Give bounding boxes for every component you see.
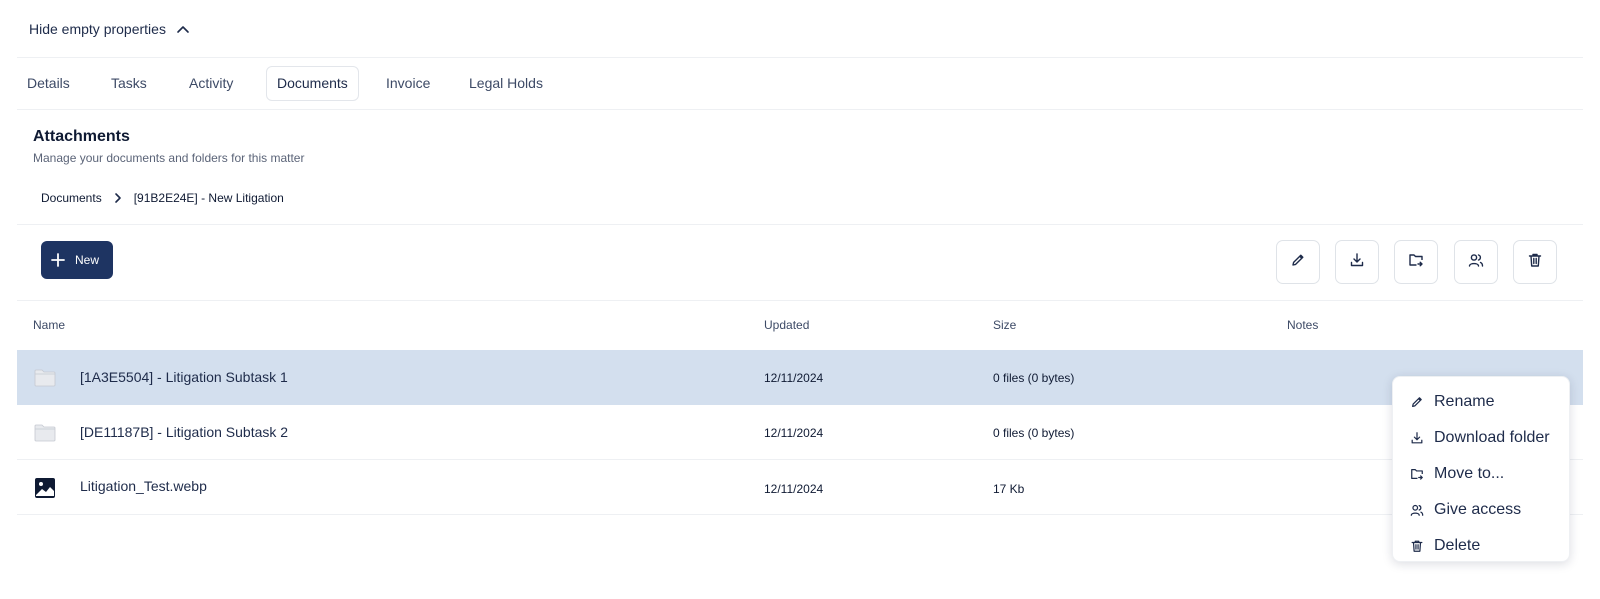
tab-invoice[interactable]: Invoice (376, 66, 440, 101)
menu-item-label: Give access (1434, 501, 1522, 518)
download-icon (1410, 431, 1426, 445)
menu-item-rename[interactable]: Rename (1393, 385, 1571, 419)
new-button[interactable]: New (41, 241, 113, 279)
row-name[interactable]: [1A3E5504] - Litigation Subtask 1 (80, 369, 288, 385)
users-icon (1468, 252, 1484, 273)
row-name[interactable]: [DE11187B] - Litigation Subtask 2 (80, 424, 288, 440)
breadcrumb-root[interactable]: Documents (41, 191, 102, 205)
table-row[interactable]: [DE11187B] - Litigation Subtask 2 12/11/… (17, 405, 1583, 460)
tab-tasks[interactable]: Tasks (101, 66, 157, 101)
table-row[interactable]: Litigation_Test.webp 12/11/2024 17 Kb (17, 460, 1583, 515)
section-subtitle: Manage your documents and folders for th… (33, 151, 305, 165)
tab-activity[interactable]: Activity (179, 66, 243, 101)
image-file-icon (34, 477, 56, 504)
divider (17, 300, 1583, 301)
pencil-icon (1290, 252, 1306, 273)
folder-icon (34, 423, 56, 448)
row-size: 17 Kb (993, 482, 1025, 496)
row-size: 0 files (0 bytes) (993, 371, 1075, 385)
column-header-updated[interactable]: Updated (764, 318, 809, 332)
menu-item-label: Download folder (1434, 429, 1550, 446)
chevron-right-icon (114, 192, 122, 204)
download-icon (1349, 252, 1365, 273)
trash-icon (1527, 252, 1543, 273)
breadcrumb: Documents [91B2E24E] - New Litigation (41, 191, 284, 205)
tab-details[interactable]: Details (17, 66, 80, 101)
menu-item-label: Delete (1434, 537, 1481, 554)
table-row[interactable]: [1A3E5504] - Litigation Subtask 1 12/11/… (17, 350, 1583, 405)
delete-button[interactable] (1513, 240, 1557, 284)
menu-item-label: Rename (1434, 393, 1495, 410)
rename-button[interactable] (1276, 240, 1320, 284)
row-updated: 12/11/2024 (764, 482, 824, 496)
menu-item-move-to[interactable]: Move to... (1393, 457, 1571, 491)
breadcrumb-current: [91B2E24E] - New Litigation (133, 191, 284, 205)
folder-move-icon (1408, 252, 1424, 273)
hide-empty-properties-toggle[interactable]: Hide empty properties (17, 0, 1583, 58)
tab-documents[interactable]: Documents (266, 66, 359, 101)
menu-item-download-folder[interactable]: Download folder (1393, 421, 1571, 455)
tab-legal-holds[interactable]: Legal Holds (459, 66, 553, 101)
tab-bar: Details Tasks Activity Documents Invoice… (17, 58, 1583, 110)
menu-item-delete[interactable]: Delete (1393, 529, 1571, 563)
download-button[interactable] (1335, 240, 1379, 284)
trash-icon (1410, 539, 1426, 553)
column-header-notes[interactable]: Notes (1287, 318, 1318, 332)
section-title: Attachments (33, 128, 130, 145)
column-header-size[interactable]: Size (993, 318, 1016, 332)
row-updated: 12/11/2024 (764, 426, 824, 440)
users-icon (1410, 503, 1426, 517)
move-to-button[interactable] (1394, 240, 1438, 284)
divider (17, 224, 1583, 225)
menu-item-give-access[interactable]: Give access (1393, 493, 1571, 527)
row-updated: 12/11/2024 (764, 371, 824, 385)
row-size: 0 files (0 bytes) (993, 426, 1075, 440)
column-header-name[interactable]: Name (33, 318, 65, 332)
folder-move-icon (1410, 467, 1426, 481)
give-access-button[interactable] (1454, 240, 1498, 284)
toggle-label: Hide empty properties (29, 20, 166, 37)
chevron-up-icon (176, 24, 190, 34)
context-menu: Rename Download folder Move to... Give a… (1392, 376, 1570, 562)
row-name[interactable]: Litigation_Test.webp (80, 478, 207, 494)
plus-icon (51, 253, 65, 267)
menu-item-label: Move to... (1434, 465, 1505, 482)
folder-icon (34, 368, 56, 393)
new-button-label: New (75, 253, 100, 267)
pencil-icon (1410, 395, 1426, 409)
